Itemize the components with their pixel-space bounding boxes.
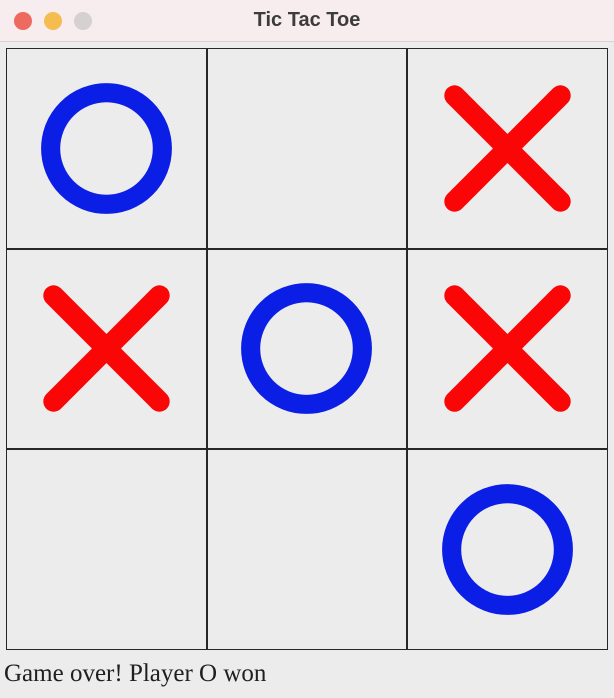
cell-0-1[interactable] [207,48,408,249]
window-title: Tic Tac Toe [0,9,614,32]
cell-0-2[interactable] [407,48,608,249]
circle-icon [233,275,380,422]
cell-1-1[interactable] [207,249,408,450]
circle-icon [33,75,180,222]
minimize-icon[interactable] [44,12,62,30]
cell-1-0[interactable] [6,249,207,450]
cell-2-1[interactable] [207,449,408,650]
traffic-lights [14,12,92,30]
cell-2-2[interactable] [407,449,608,650]
cross-icon [434,275,581,422]
titlebar: Tic Tac Toe [0,0,614,42]
board-wrapper [0,42,614,656]
circle-icon [434,476,581,623]
cell-0-0[interactable] [6,48,207,249]
close-icon[interactable] [14,12,32,30]
board [6,48,608,650]
maximize-icon[interactable] [74,12,92,30]
cross-icon [33,275,180,422]
app-window: Tic Tac Toe Game over! Player O won [0,0,614,698]
status-text: Game over! Player O won [0,656,614,696]
cell-1-2[interactable] [407,249,608,450]
cell-2-0[interactable] [6,449,207,650]
cross-icon [434,75,581,222]
